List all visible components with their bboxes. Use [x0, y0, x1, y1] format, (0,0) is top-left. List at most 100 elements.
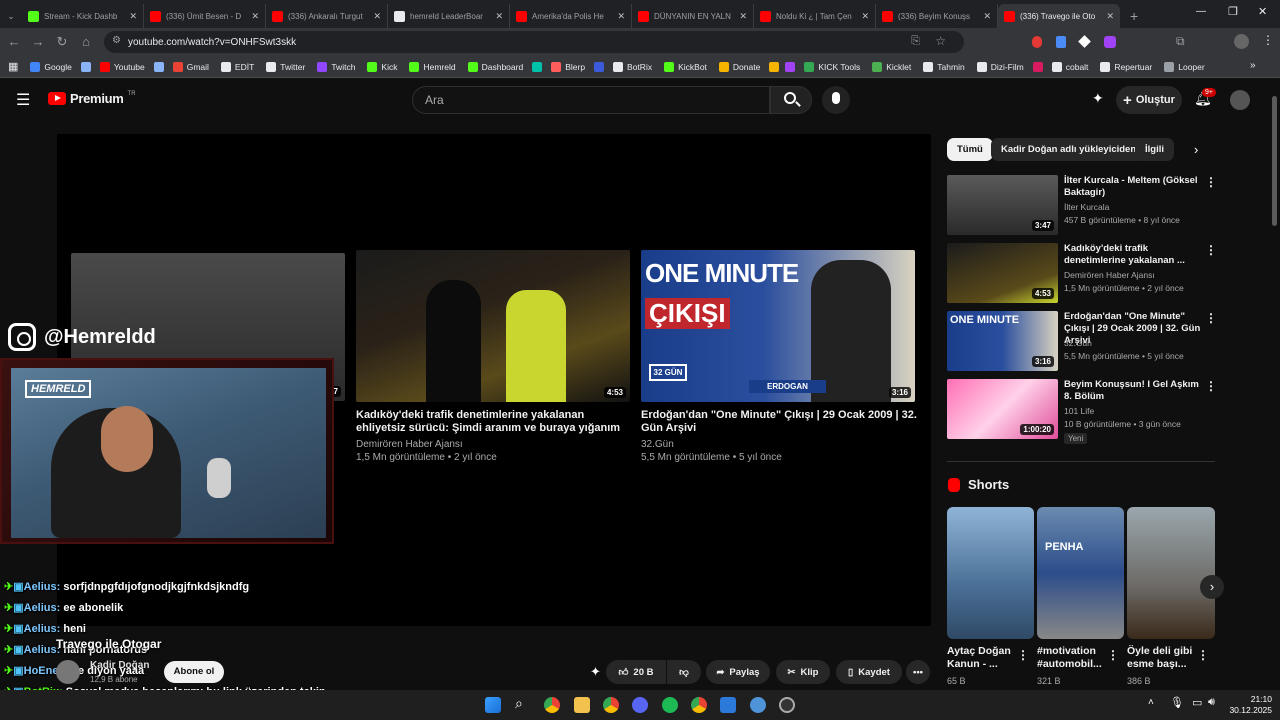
bookmark-item-6[interactable]: EDİT [215, 61, 260, 72]
bookmark-item-2[interactable] [78, 61, 94, 72]
subscribe-button[interactable]: Abone ol [164, 661, 224, 683]
save-button[interactable]: ▯ Kaydet [836, 660, 902, 684]
bookmark-item-26[interactable]: Repertuar [1094, 61, 1158, 72]
related-more-icon[interactable]: ⋮ [1205, 379, 1217, 393]
related-channel[interactable]: 32.Gün [1064, 337, 1092, 349]
taskbar-app-gear-icon[interactable] [750, 697, 766, 713]
browser-tab-3[interactable]: (336) Ankaralı Turgut ✕ [266, 4, 388, 28]
filter-chip-1[interactable]: Tümü [947, 138, 993, 161]
tab-close-icon[interactable]: ✕ [617, 11, 625, 22]
back-arrow-icon[interactable]: ← [4, 32, 24, 52]
taskbar-app-blue-icon[interactable] [720, 697, 736, 713]
endscreen-video-2-thumbnail[interactable]: 4:53 [356, 250, 630, 402]
short-more-icon[interactable]: ⋮ [1017, 648, 1029, 662]
install-app-icon[interactable]: ⎘ [911, 35, 920, 48]
extension-red-icon[interactable] [1032, 36, 1042, 48]
short-more-icon[interactable]: ⋮ [1107, 648, 1119, 662]
minimize-window-button[interactable]: — [1196, 6, 1206, 17]
bookmark-item-27[interactable]: Looper [1158, 61, 1210, 72]
short-title[interactable]: #motivation #automobil... [1037, 645, 1109, 671]
tray-mic-icon[interactable]: 🎙︎ [1170, 696, 1184, 709]
extension-purple-icon[interactable] [1104, 36, 1116, 48]
tab-close-icon[interactable]: ✕ [861, 11, 869, 22]
bookmark-item-18[interactable] [766, 61, 782, 72]
taskbar-chrome-3-icon[interactable] [691, 697, 707, 713]
related-title[interactable]: Beyim Konuşsun! I Gel Aşkım 8. Bölüm [1064, 379, 1202, 403]
tab-close-icon[interactable]: ✕ [983, 11, 991, 22]
endscreen-video-3-thumbnail[interactable]: ONE MINUTE ÇIKIŞI 32 GÜN ERDOGAN 3:16 [641, 250, 915, 402]
taskbar-chrome-icon[interactable] [544, 697, 560, 713]
browser-tab-5[interactable]: Amerika'da Polis He ✕ [510, 4, 632, 28]
browser-tab-7[interactable]: Noldu Ki ¿ | Tam Çen ✕ [754, 4, 876, 28]
short-thumbnail[interactable] [947, 507, 1034, 639]
bookmark-item-11[interactable]: Dashboard [462, 61, 530, 72]
related-channel[interactable]: İlter Kurcala [1064, 201, 1109, 213]
short-more-icon[interactable]: ⋮ [1197, 648, 1209, 662]
bookmark-item-20[interactable]: KICK Tools [798, 61, 866, 72]
bookmark-item-9[interactable]: Kick [361, 61, 403, 72]
tab-search-icon[interactable]: ⌄ [0, 11, 22, 22]
bookmark-item-25[interactable]: cobalt [1046, 61, 1095, 72]
start-windows-icon[interactable] [485, 697, 501, 713]
browser-tab-9[interactable]: (336) Travego ile Oto ✕ [998, 4, 1120, 28]
profile-avatar[interactable] [1234, 34, 1249, 49]
tray-chevron-icon[interactable]: ˄ [1148, 697, 1154, 708]
extension-diamond-icon[interactable] [1078, 35, 1091, 48]
clip-button[interactable]: ✂ Klip [776, 660, 830, 684]
share-button[interactable]: ➦ Paylaş [706, 660, 770, 684]
browser-tab-8[interactable]: (336) Beyim Konuşs ✕ [876, 4, 998, 28]
bookmark-item-7[interactable]: Twitter [260, 61, 311, 72]
browser-tab-4[interactable]: hemreld LeaderBoar ✕ [388, 4, 510, 28]
notifications-button[interactable]: 🔔︎ 9+ [1194, 88, 1216, 108]
maximize-window-button[interactable]: ❐ [1228, 5, 1238, 18]
bookmark-item-19[interactable] [782, 61, 798, 72]
shorts-next-button[interactable]: › [1200, 575, 1224, 599]
more-actions-button[interactable]: ••• [906, 660, 930, 684]
forward-arrow-icon[interactable]: → [28, 32, 48, 52]
tab-close-icon[interactable]: ✕ [129, 11, 137, 22]
short-title[interactable]: Aytaç Doğan Kanun - ... [947, 645, 1019, 671]
bookmark-item-12[interactable] [529, 61, 545, 72]
reload-icon[interactable]: ↻ [52, 32, 72, 52]
taskbar-app-obs-icon[interactable] [779, 697, 795, 713]
related-channel[interactable]: 101 Life [1064, 405, 1094, 417]
new-tab-button[interactable]: + [1130, 8, 1138, 24]
related-more-icon[interactable]: ⋮ [1205, 175, 1217, 189]
related-thumbnail[interactable]: ONE MINUTE 3:16 [947, 311, 1058, 371]
browser-menu-icon[interactable]: ⋮ [1262, 33, 1274, 47]
extensions-puzzle-icon[interactable]: ⧉ [1176, 34, 1185, 49]
hamburger-menu-icon[interactable]: ☰ [16, 90, 30, 110]
channel-name[interactable]: Kadir Doğan [90, 660, 149, 671]
tray-volume-icon[interactable]: 🔊︎ [1208, 696, 1215, 709]
endscreen-video-2-channel[interactable]: Demirören Haber Ajansı [356, 438, 463, 451]
short-thumbnail[interactable]: PENHA [1037, 507, 1124, 639]
bookmark-item-10[interactable]: Hemreld [403, 61, 461, 72]
taskbar-clock[interactable]: 21:10 30.12.2025 [1222, 694, 1272, 716]
short-thumbnail[interactable] [1127, 507, 1215, 639]
dislike-button[interactable]: 👎︎ [667, 660, 701, 684]
sparkle-ask-icon[interactable]: ✦ [590, 664, 601, 680]
bookmark-item-1[interactable]: Google [24, 61, 77, 72]
browser-tab-2[interactable]: (336) Ümit Besen - D ✕ [144, 4, 266, 28]
related-thumbnail[interactable]: 1:00:20 [947, 379, 1058, 439]
bookmark-item-21[interactable]: Kicklet [866, 61, 917, 72]
tab-close-icon[interactable]: ✕ [739, 11, 747, 22]
related-more-icon[interactable]: ⋮ [1205, 311, 1217, 325]
page-scrollbar[interactable] [1270, 84, 1278, 684]
related-thumbnail[interactable]: 3:47 [947, 175, 1058, 235]
bookmark-item-3[interactable]: Youtube [94, 61, 151, 72]
bookmark-item-15[interactable]: BotRix [607, 61, 658, 72]
short-title[interactable]: Öyle deli gibi esme başı... [1127, 645, 1199, 671]
bookmark-item-4[interactable] [151, 61, 167, 72]
taskbar-spotify-icon[interactable] [662, 697, 678, 713]
youtube-logo[interactable]: Premium TR [48, 91, 136, 106]
extension-blue-icon[interactable] [1056, 36, 1066, 48]
chips-next-icon[interactable]: › [1194, 142, 1198, 157]
filter-chip-3[interactable]: İlgili [1135, 138, 1174, 161]
endscreen-video-2-title[interactable]: Kadıköy'deki trafik denetimlerine yakala… [356, 409, 632, 435]
bookmark-item-22[interactable]: Tahmin [917, 61, 970, 72]
apps-grid-icon[interactable]: ▦ [8, 60, 18, 73]
bookmark-item-23[interactable]: Dizi-Film [971, 61, 1030, 72]
tray-network-icon[interactable]: ▭ [1192, 696, 1202, 709]
related-title[interactable]: Kadıköy'deki trafik denetimlerine yakala… [1064, 243, 1202, 267]
